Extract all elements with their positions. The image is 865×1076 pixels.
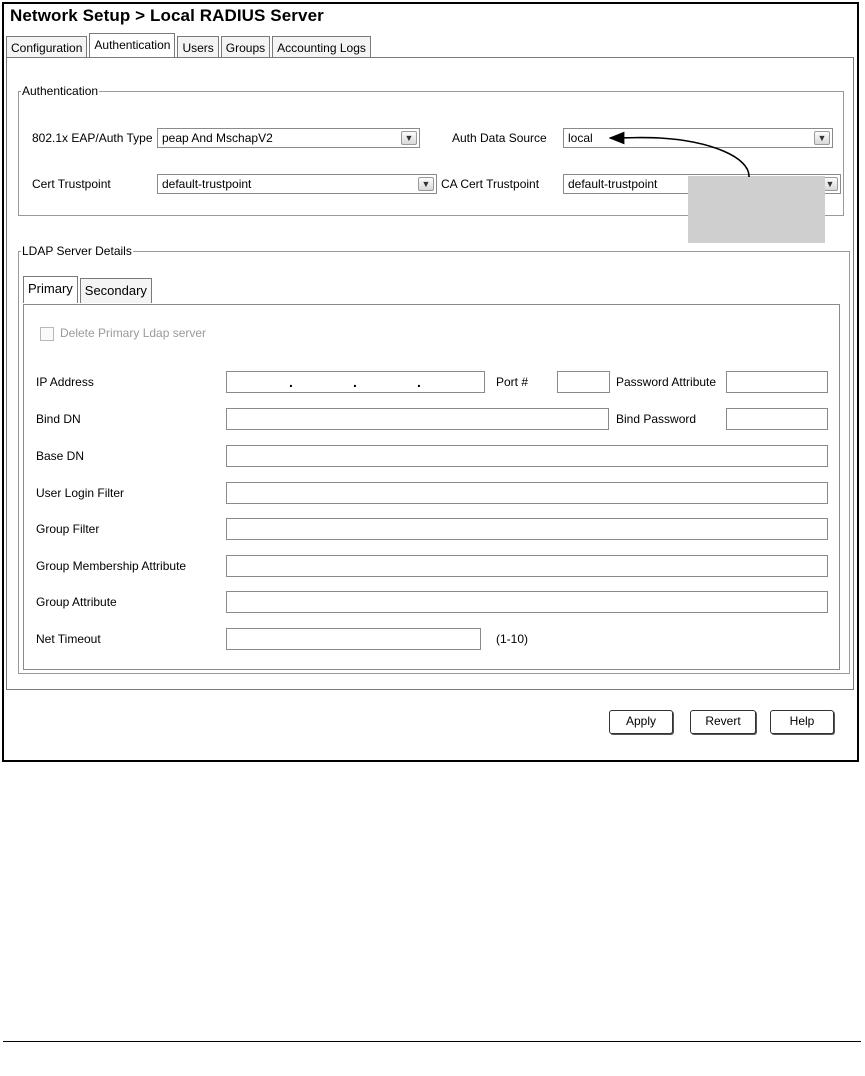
tab-secondary[interactable]: Secondary [79, 278, 152, 303]
base-dn-label: Base DN [36, 449, 85, 463]
ip-separator: . [417, 374, 421, 390]
chevron-down-icon: ▼ [814, 131, 830, 145]
chevron-down-icon: ▼ [418, 177, 434, 191]
revert-button[interactable]: Revert [690, 710, 756, 734]
tab-configuration[interactable]: Configuration [6, 36, 88, 58]
eap-auth-type-value: peap And MschapV2 [162, 131, 273, 145]
cert-trustpoint-select[interactable]: default-trustpoint ▼ [157, 174, 437, 194]
local-radius-window: Network Setup > Local RADIUS Server Conf… [2, 2, 859, 762]
group-filter-field[interactable] [226, 518, 828, 540]
tab-primary[interactable]: Primary [23, 276, 78, 303]
net-timeout-range: (1-10) [496, 632, 529, 646]
port-label: Port # [496, 375, 529, 389]
delete-primary-ldap-checkbox[interactable] [40, 327, 54, 341]
callout-arrow-icon [608, 131, 750, 178]
chevron-down-icon: ▼ [401, 131, 417, 145]
page-title: Network Setup > Local RADIUS Server [10, 6, 324, 25]
password-attribute-field[interactable] [726, 371, 828, 393]
user-login-filter-field[interactable] [226, 482, 828, 504]
group-membership-attribute-label: Group Membership Attribute [36, 559, 187, 573]
ip-separator: . [289, 374, 293, 390]
ldap-server-legend: LDAP Server Details [22, 244, 132, 258]
ldap-subtabs: Primary Secondary [23, 276, 154, 305]
bind-dn-field[interactable] [226, 408, 609, 430]
group-membership-attribute-field[interactable] [226, 555, 828, 577]
auth-data-source-label: Auth Data Source [452, 131, 547, 145]
main-tabs: Configuration Authentication Users Group… [6, 33, 373, 58]
primary-ldap-panel: Delete Primary Ldap server IP Address . … [23, 304, 840, 670]
net-timeout-field[interactable] [226, 628, 481, 650]
callout-box [688, 176, 825, 243]
group-attribute-field[interactable] [226, 591, 828, 613]
bind-dn-label: Bind DN [36, 412, 81, 426]
ip-separator: . [353, 374, 357, 390]
cert-trustpoint-value: default-trustpoint [162, 177, 252, 191]
help-button[interactable]: Help [770, 710, 834, 734]
ip-address-label: IP Address [36, 375, 94, 389]
ca-cert-trustpoint-label: CA Cert Trustpoint [441, 177, 540, 191]
page-bottom-rule [3, 1041, 861, 1042]
delete-primary-ldap-label: Delete Primary Ldap server [60, 326, 207, 340]
user-login-filter-label: User Login Filter [36, 486, 125, 500]
base-dn-field[interactable] [226, 445, 828, 467]
tab-accounting-logs[interactable]: Accounting Logs [272, 36, 371, 58]
net-timeout-label: Net Timeout [36, 632, 101, 646]
apply-button[interactable]: Apply [609, 710, 673, 734]
ldap-server-group: LDAP Server Details Primary Secondary De… [18, 244, 850, 674]
cert-trustpoint-label: Cert Trustpoint [32, 177, 111, 191]
authentication-legend: Authentication [22, 84, 99, 98]
bind-password-field[interactable] [726, 408, 828, 430]
tab-authentication[interactable]: Authentication [89, 33, 176, 58]
bind-password-label: Bind Password [616, 412, 697, 426]
tab-users[interactable]: Users [177, 36, 219, 58]
eap-auth-type-select[interactable]: peap And MschapV2 ▼ [157, 128, 420, 148]
auth-data-source-value: local [568, 131, 593, 145]
password-attribute-label: Password Attribute [616, 375, 717, 389]
eap-auth-type-label: 802.1x EAP/Auth Type [32, 131, 153, 145]
group-filter-label: Group Filter [36, 522, 100, 536]
group-attribute-label: Group Attribute [36, 595, 117, 609]
ip-address-field[interactable]: . . . [226, 371, 485, 393]
tab-groups[interactable]: Groups [220, 36, 271, 58]
port-field[interactable] [557, 371, 610, 393]
